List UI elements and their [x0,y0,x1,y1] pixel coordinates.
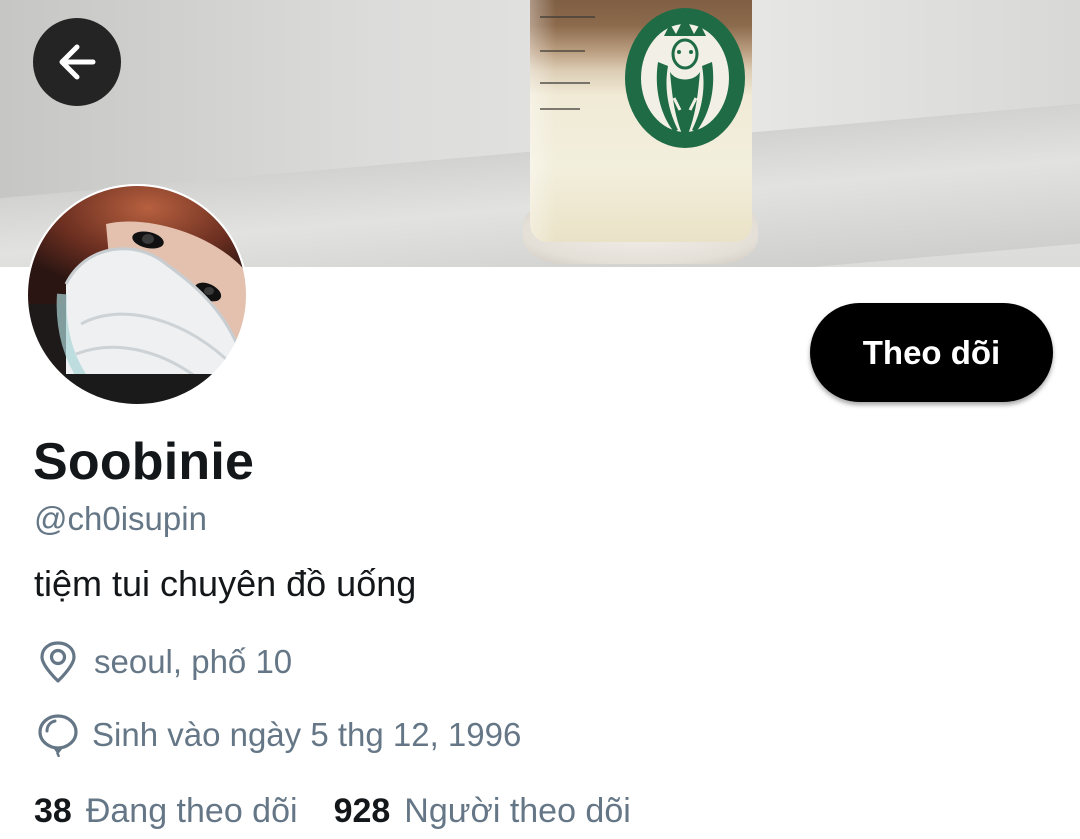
followers-link[interactable]: 928 Người theo dõi [334,792,631,831]
following-count: 38 [34,792,72,830]
profile-stats: 38 Đang theo dõi 928 Người theo dõi [34,792,631,831]
birthday-text: Sinh vào ngày 5 thg 12, 1996 [92,716,522,753]
arrow-left-icon [59,44,96,80]
cup-measure-line [540,82,590,84]
following-label: Đang theo dõi [85,792,298,830]
coffee-brand-logo [625,8,745,148]
profile-birthday: Sinh vào ngày 5 thg 12, 1996 [36,713,521,757]
profile-page: Theo dõi Soobinie @ch0isupin tiệm tui ch… [0,0,1080,839]
avatar[interactable] [26,184,248,406]
cup-measure-line [540,108,580,110]
profile-handle: @ch0isupin [34,500,207,537]
avatar-photo [26,184,248,406]
location-pin-icon [40,641,76,683]
profile-display-name: Soobinie [33,433,255,491]
cup-measure-line [540,50,585,52]
profile-location: seoul, phố 10 [36,640,292,684]
cup-measure-line [540,16,595,18]
followers-label: Người theo dõi [404,792,631,830]
followers-count: 928 [333,792,391,830]
location-text: seoul, phố 10 [94,643,293,680]
back-button[interactable] [33,18,121,106]
follow-button[interactable]: Theo dõi [810,303,1053,402]
following-link[interactable]: 38 Đang theo dõi [34,792,298,831]
balloon-icon [38,714,78,757]
profile-bio: tiệm tui chuyên đồ uống [34,563,417,604]
